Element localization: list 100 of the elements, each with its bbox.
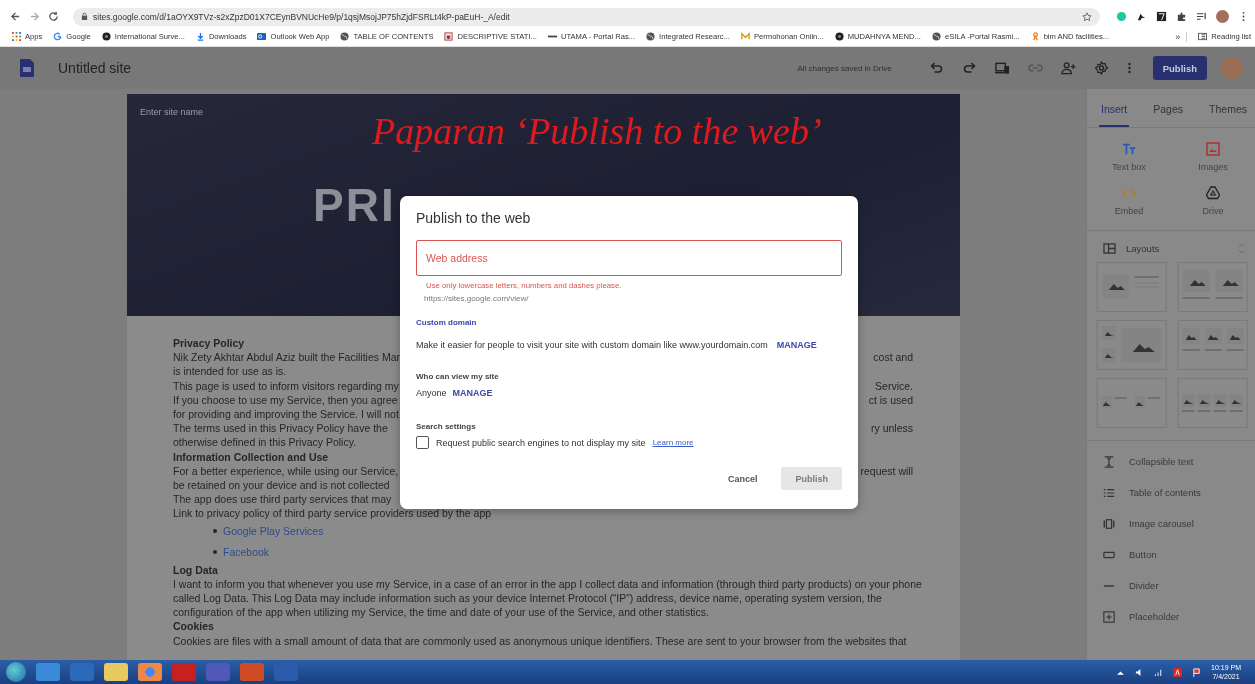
settings-icon[interactable]	[1093, 61, 1109, 75]
section-heading: Information Collection and Use	[173, 449, 329, 464]
back-icon[interactable]	[10, 11, 21, 22]
section-label: Who can view my site	[416, 372, 500, 381]
body-text: ry unless	[871, 421, 913, 436]
body-text: For a better experience, while using our Service,	[173, 463, 399, 479]
more-icon[interactable]	[1126, 61, 1132, 75]
dark-circle-icon	[101, 32, 111, 41]
layout-thumbnail[interactable]	[1095, 320, 1169, 370]
section-label: Layouts	[1126, 243, 1161, 254]
body-text: This page is used to inform visitors regarding my	[173, 378, 399, 393]
body-text: The app does use third party services that may	[173, 492, 392, 507]
panel-tab[interactable]: Insert	[1099, 97, 1130, 127]
crest-icon	[444, 32, 454, 41]
body-text: be retained on your device and is not collected	[173, 478, 390, 493]
page-heading: PRI	[313, 178, 396, 232]
body-text: The terms used in this Privacy Policy have the	[173, 421, 388, 436]
antivirus-icon[interactable]	[1173, 667, 1183, 677]
publish-button[interactable]: Publish	[1152, 56, 1207, 80]
panel-tab[interactable]: Pages	[1151, 97, 1186, 127]
ribbon-logo-icon	[1030, 32, 1040, 41]
plus-box-icon	[1103, 610, 1115, 623]
body-text: for providing and improving the Service. I will not	[173, 407, 399, 422]
download-icon	[195, 32, 205, 41]
layout-thumbnail[interactable]	[1175, 320, 1249, 370]
body-text: Link to privacy policy of third party service providers used by the app	[173, 506, 492, 521]
start-button[interactable]	[6, 662, 26, 682]
body-text: is intended for use as is.	[173, 364, 287, 379]
redo-icon[interactable]	[961, 61, 977, 75]
layout-thumbnail[interactable]	[1095, 262, 1169, 312]
globe-icon	[340, 32, 350, 41]
body-text: Service.	[875, 378, 913, 393]
carousel-icon	[1103, 517, 1115, 530]
outlook-icon	[257, 32, 267, 41]
body-text: I want to inform you that whenever you use my Service, in a case of an error in the app I collect data and information (through third party products) on your phone	[173, 576, 922, 592]
globe-icon	[646, 32, 656, 41]
layout-thumbnail[interactable]	[1095, 378, 1169, 428]
url-prefix: https://sites.google.com/view/	[424, 294, 530, 303]
apps-grid-icon	[12, 32, 21, 41]
dark-circle-icon	[834, 32, 844, 41]
body-text: If you choose to use my Service, then you agree	[173, 392, 398, 407]
add-person-icon[interactable]	[1060, 61, 1076, 75]
manage-link[interactable]: MANAGE	[452, 388, 493, 398]
layout-icon	[1103, 243, 1116, 254]
checkbox-label[interactable]: Request public search engines to not display my site	[436, 437, 646, 448]
g-letter-icon	[53, 32, 63, 41]
m-logo-icon	[741, 32, 750, 41]
reading-list-icon	[1198, 32, 1208, 41]
section-label: Custom domain	[416, 318, 478, 327]
address-text: sites.google.com/d/1aOYX9TVz-s2xZpzD01X7CEynBVNUcHe9/p/1qsjMsojJP75hZjdFSRLt4kP-paEuH-_A/edit	[93, 11, 511, 22]
globe-icon	[931, 32, 941, 41]
bullet-icon	[213, 529, 217, 534]
media-list-icon[interactable]	[1196, 11, 1207, 22]
handwritten-annotation: Paparan ‘Publish to the web’	[372, 109, 822, 153]
triangle-logo-icon	[1206, 186, 1220, 200]
list-icon	[1103, 486, 1115, 499]
lock-icon	[81, 12, 88, 21]
site-name-field[interactable]: Enter site name	[140, 107, 204, 117]
body-text: otherwise defined in this Privacy Policy.	[173, 435, 357, 450]
web-address-field[interactable]: Web address	[416, 240, 842, 276]
body-text: Cookies are files with a small amount of data that are commonly used as anonymous unique identifiers. These are sent to your browser from the websites that	[173, 633, 907, 648]
star-icon[interactable]	[1082, 11, 1092, 22]
section-heading: Privacy Policy	[173, 336, 245, 351]
dialog-title: Publish to the web	[416, 210, 532, 226]
panel-tab[interactable]: Themes	[1207, 97, 1249, 127]
text-box-icon	[1122, 142, 1136, 156]
reload-icon[interactable]	[48, 11, 59, 22]
learn-more-link[interactable]: Learn more	[652, 438, 694, 447]
checkbox[interactable]	[416, 436, 429, 449]
visibility-value: Anyone	[416, 388, 447, 398]
section-label: Search settings	[416, 422, 477, 431]
body-text: request will	[860, 463, 913, 479]
profile-avatar[interactable]	[1216, 10, 1229, 23]
device-preview-icon[interactable]	[994, 61, 1010, 75]
sites-logo-icon[interactable]	[20, 59, 34, 77]
forward-icon[interactable]	[29, 11, 40, 22]
flag-icon[interactable]	[1192, 667, 1202, 677]
signal-icon[interactable]	[1154, 667, 1164, 677]
bookmarks-overflow[interactable]: »	[1175, 31, 1188, 42]
body-text: Nik Zety Akhtar Abdul Aziz built the Facilities Mar	[173, 350, 400, 365]
section-heading: Cookies	[173, 619, 214, 634]
description-text: Make it easier for people to visit your site with custom domain like www.yourdomain.com	[416, 340, 768, 350]
extension-icon[interactable]	[1156, 11, 1167, 22]
body-text: configuration of the app when utilizing my Service, the time and date of your use of the Service, and other statistics.	[173, 605, 709, 620]
image-icon	[1206, 142, 1220, 156]
site-title[interactable]: Untitled site	[58, 60, 132, 76]
undo-icon[interactable]	[928, 61, 944, 75]
code-brackets-icon	[1122, 186, 1136, 200]
collapsible-text-icon	[1103, 455, 1115, 468]
layout-thumbnail[interactable]	[1175, 378, 1249, 428]
body-text: ct is used	[868, 392, 913, 407]
layout-thumbnail[interactable]	[1175, 262, 1249, 312]
body-text: called Log Data. This Log Data may include information such as your device Internet Protocol (“IP”) address, device name, operating system version, the	[173, 591, 882, 606]
address-bar[interactable]: sites.google.com/d/1aOYX9TVz-s2xZpzD01X7CEynBVNUcHe9/p/1qsjMsojJP75hZjdFSRLt4kP-paEuH-_A/edit	[73, 7, 1100, 26]
section-heading: Log Data	[173, 562, 218, 577]
bullet-icon	[213, 550, 217, 555]
puzzle-icon[interactable]	[1176, 11, 1187, 22]
manage-link[interactable]: MANAGE	[776, 340, 817, 350]
body-text: cost and	[873, 350, 913, 365]
bird-icon[interactable]	[1136, 11, 1147, 22]
